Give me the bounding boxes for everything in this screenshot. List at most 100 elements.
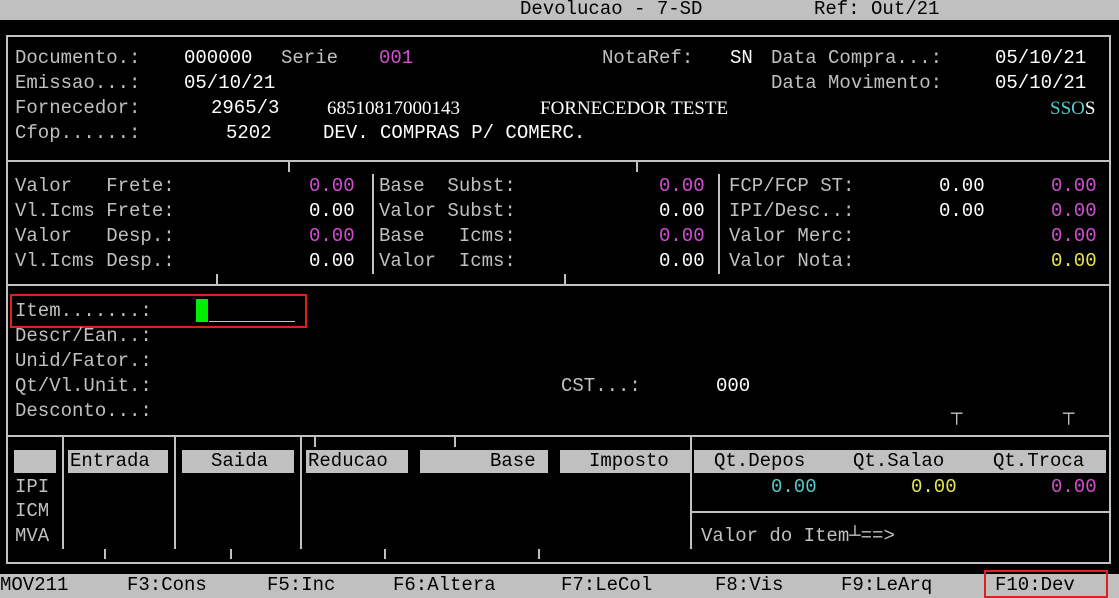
supplier-flags-a: SSO bbox=[1050, 98, 1085, 119]
col-base-label: Base bbox=[490, 450, 536, 472]
tick bbox=[230, 549, 232, 559]
row-ipi-label: IPI bbox=[15, 476, 50, 498]
valor-desp-field[interactable]: 0.00 bbox=[309, 224, 355, 249]
valor-item-label: Valor do Item bbox=[701, 525, 850, 547]
notaref-field[interactable]: SN bbox=[730, 46, 753, 71]
grid-divider-2 bbox=[174, 437, 176, 549]
qt-vl-unit-label: Qt/Vl.Unit.: bbox=[15, 375, 152, 397]
ipi-field[interactable]: 0.00 bbox=[939, 199, 985, 224]
f3-cons-key[interactable]: F3:Cons bbox=[127, 573, 207, 598]
vl-icms-frete-field[interactable]: 0.00 bbox=[309, 199, 355, 224]
separator-totals bbox=[6, 284, 1111, 286]
separator-doc bbox=[6, 160, 1111, 162]
qt-troca-value: 0.00 bbox=[1051, 476, 1097, 498]
qt-troca-header: Qt.Troca bbox=[993, 450, 1085, 472]
valor-nota-label: Valor Nota: bbox=[729, 250, 855, 272]
valor-nota-field: 0.00 bbox=[1051, 250, 1097, 272]
documento-field[interactable]: 000000 bbox=[184, 46, 252, 71]
base-icms-label: Base Icms: bbox=[379, 225, 516, 247]
valor-subst-field[interactable]: 0.00 bbox=[659, 199, 705, 224]
tick-glyph: ┬ bbox=[1063, 403, 1075, 425]
totals-divider-2 bbox=[718, 174, 720, 274]
serie-field[interactable]: 001 bbox=[379, 46, 413, 71]
ipi-desc-label: IPI/Desc..: bbox=[729, 200, 855, 222]
valor-item-arrow: ==> bbox=[860, 525, 895, 547]
col-reducao-label: Reducao bbox=[308, 450, 388, 472]
grid-corner-header bbox=[14, 450, 56, 473]
item-input[interactable] bbox=[209, 321, 295, 322]
tick bbox=[636, 162, 638, 172]
valor-desp-label: Valor Desp.: bbox=[15, 225, 175, 247]
tick bbox=[454, 437, 456, 447]
unid-fator-label: Unid/Fator.: bbox=[15, 350, 152, 372]
cfop-description: DEV. COMPRAS P/ COMERC. bbox=[323, 122, 586, 144]
f9-learq-key[interactable]: F9:LeArq bbox=[841, 573, 932, 598]
fornecedor-cnpj: 68510817000143 bbox=[327, 98, 460, 119]
qt-salao-value: 0.00 bbox=[911, 476, 957, 498]
qt-depos-header: Qt.Depos bbox=[714, 450, 806, 472]
supplier-flags: SSOS bbox=[1050, 96, 1095, 121]
tick bbox=[384, 549, 386, 559]
f5-inc-key[interactable]: F5:Inc bbox=[267, 573, 335, 598]
supplier-flags-b: S bbox=[1084, 98, 1096, 119]
emissao-field[interactable]: 05/10/21 bbox=[184, 71, 275, 96]
grid-divider-1 bbox=[62, 437, 64, 549]
data-movimento-label: Data Movimento: bbox=[771, 72, 943, 94]
tick-glyph: ┬ bbox=[951, 403, 963, 425]
descr-ean-label: Descr/Ean..: bbox=[15, 325, 152, 347]
serie-label: Serie bbox=[281, 47, 339, 69]
base-icms-field[interactable]: 0.00 bbox=[659, 224, 705, 249]
fcp-st-field[interactable]: 0.00 bbox=[1051, 174, 1097, 199]
stock-header: Qt.Depos Qt.Salao Qt.Troca bbox=[694, 450, 1106, 473]
valor-icms-field[interactable]: 0.00 bbox=[659, 249, 705, 274]
fornecedor-code-field[interactable]: 2965/3 bbox=[211, 96, 279, 121]
text-cursor bbox=[196, 299, 208, 322]
reference-period: Ref: Out/21 bbox=[814, 0, 940, 20]
grid-divider-4 bbox=[690, 437, 692, 549]
valor-subst-label: Valor Subst: bbox=[379, 200, 516, 222]
col-saida-header: Saida bbox=[182, 450, 294, 473]
data-compra-field[interactable]: 05/10/21 bbox=[995, 46, 1086, 71]
row-mva-label: MVA bbox=[15, 525, 50, 547]
title-bar: Devolucao - 7-SD Ref: Out/21 bbox=[0, 0, 1119, 20]
fcp-field[interactable]: 0.00 bbox=[939, 174, 985, 199]
cfop-label: Cfop......: bbox=[15, 122, 141, 144]
f7-lecol-key[interactable]: F7:LeCol bbox=[561, 573, 652, 598]
valor-merc-field: 0.00 bbox=[1051, 225, 1097, 247]
vl-icms-frete-label: Vl.Icms Frete: bbox=[15, 200, 175, 222]
tick-glyph: ┴ bbox=[849, 525, 861, 547]
stock-divider bbox=[692, 511, 1111, 513]
vl-icms-desp-field[interactable]: 0.00 bbox=[309, 249, 355, 274]
function-key-bar: MOV211 F3:Cons F5:Inc F6:Altera F7:LeCol… bbox=[0, 574, 1119, 598]
col-entrada-header: Entrada bbox=[68, 450, 168, 473]
qt-depos-value: 0.00 bbox=[771, 476, 817, 498]
notaref-label: NotaRef: bbox=[602, 47, 694, 69]
desc-field[interactable]: 0.00 bbox=[1051, 199, 1097, 224]
base-subst-field[interactable]: 0.00 bbox=[659, 174, 705, 199]
col-entrada-label: Entrada bbox=[70, 450, 150, 472]
tick bbox=[314, 437, 316, 447]
tick bbox=[216, 274, 218, 284]
emissao-label: Emissao...: bbox=[15, 72, 141, 94]
separator-item bbox=[6, 435, 1111, 437]
f6-altera-key[interactable]: F6:Altera bbox=[393, 573, 496, 598]
cfop-field[interactable]: 5202 bbox=[226, 121, 272, 146]
col-saida-label: Saida bbox=[211, 450, 269, 472]
f10-highlight-box bbox=[984, 570, 1108, 598]
tick bbox=[538, 549, 540, 559]
f8-vis-key[interactable]: F8:Vis bbox=[715, 573, 783, 598]
cst-field[interactable]: 000 bbox=[716, 374, 750, 399]
fcp-st-label: FCP/FCP ST: bbox=[729, 175, 855, 197]
tick bbox=[288, 162, 290, 172]
valor-frete-field[interactable]: 0.00 bbox=[309, 174, 355, 199]
screen-title: Devolucao - 7-SD bbox=[520, 0, 703, 20]
data-movimento-field[interactable]: 05/10/21 bbox=[995, 71, 1086, 96]
valor-frete-label: Valor Frete: bbox=[15, 175, 175, 197]
fornecedor-name: FORNECEDOR TESTE bbox=[540, 98, 729, 119]
qt-salao-header: Qt.Salao bbox=[853, 450, 945, 472]
grid-divider-3 bbox=[300, 437, 302, 549]
tick bbox=[104, 549, 106, 559]
base-subst-label: Base Subst: bbox=[379, 175, 516, 197]
valor-icms-label: Valor Icms: bbox=[379, 250, 516, 272]
tick bbox=[564, 274, 566, 284]
